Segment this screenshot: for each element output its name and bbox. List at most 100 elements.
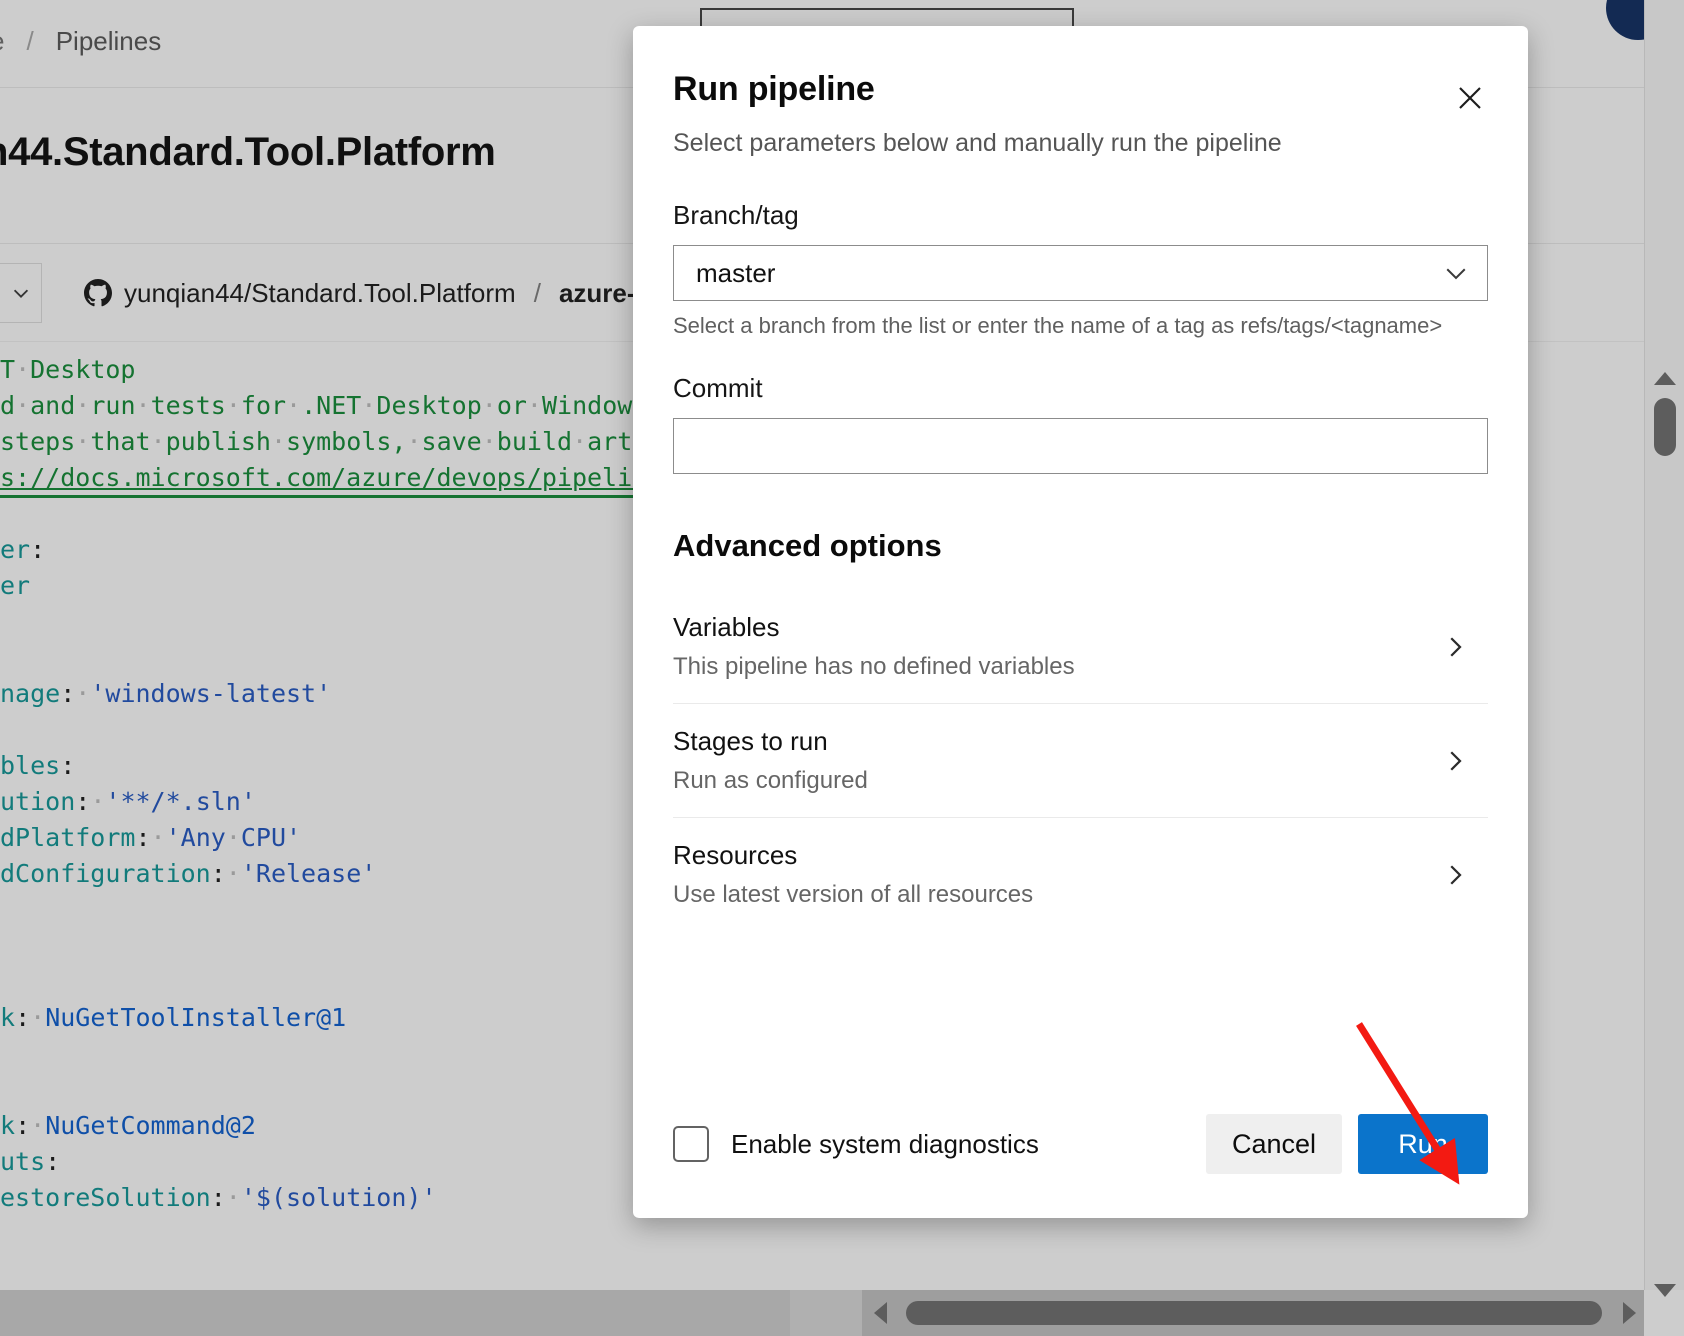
advanced-option-description: Run as configured: [673, 767, 868, 794]
dialog-title: Run pipeline: [673, 70, 875, 108]
chevron-right-icon: [1450, 864, 1462, 885]
branch-selector-button[interactable]: [0, 263, 42, 323]
chevron-right-icon: [1450, 636, 1462, 657]
yaml-token: ·: [150, 823, 166, 852]
yaml-token: 'Any: [165, 823, 226, 852]
yaml-token: k: [0, 1111, 16, 1140]
yaml-token: :: [15, 1111, 31, 1140]
branch-select[interactable]: master: [673, 245, 1488, 301]
yaml-token: ·: [481, 391, 497, 420]
yaml-line: uts:: [0, 1144, 662, 1180]
advanced-option-row[interactable]: Resources Use latest version of all resou…: [673, 818, 1488, 931]
scroll-left-arrow-icon[interactable]: [874, 1302, 887, 1324]
enable-system-diagnostics-row[interactable]: Enable system diagnostics: [673, 1126, 1039, 1162]
run-pipeline-dialog: Run pipeline Select parameters below and…: [633, 26, 1528, 1218]
yaml-editor-content[interactable]: T·Desktop d·and·run·tests·for·.NET·Deskto…: [0, 352, 662, 1216]
vertical-scrollbar-thumb[interactable]: [1653, 398, 1676, 456]
repo-name-label[interactable]: yunqian44/Standard.Tool.Platform: [124, 278, 516, 309]
breadcrumb-crumb-truncated[interactable]: e: [0, 26, 4, 57]
yaml-token: :: [60, 679, 76, 708]
yaml-line: bles:: [0, 748, 662, 784]
yaml-line: steps·that·publish·symbols,·save·build·a…: [0, 424, 662, 460]
yaml-token: :: [210, 859, 226, 888]
yaml-token: NuGetCommand@2: [45, 1111, 256, 1140]
breadcrumb-separator: /: [26, 26, 34, 56]
yaml-line: k:·NuGetCommand@2: [0, 1108, 662, 1144]
yaml-token: ·: [75, 427, 91, 456]
yaml-token: steps: [0, 427, 76, 456]
advanced-option-row[interactable]: Variables This pipeline has no defined va…: [673, 590, 1488, 704]
yaml-line: estoreSolution:·'$(solution)': [0, 1180, 662, 1216]
scroll-down-arrow-icon[interactable]: [1653, 1284, 1676, 1297]
yaml-line: [0, 928, 662, 964]
chevron-down-icon: [1446, 268, 1466, 280]
repo-path-separator: /: [533, 277, 541, 308]
yaml-line: er: [0, 568, 662, 604]
scrollbar-gutter-left: [0, 1290, 790, 1336]
yaml-line: [0, 964, 662, 1000]
yaml-token: nage: [0, 679, 61, 708]
yaml-token: ·: [225, 823, 241, 852]
yaml-line: [0, 604, 662, 640]
breadcrumb-item-pipelines[interactable]: Pipelines: [56, 26, 162, 57]
yaml-token: dConfiguration: [0, 859, 211, 888]
yaml-token: :: [15, 1003, 31, 1032]
branch-selected-value: master: [696, 257, 776, 288]
advanced-options-heading: Advanced options: [673, 528, 942, 563]
advanced-option-name: Stages to run: [673, 726, 828, 756]
yaml-line: d·and·run·tests·for·.NET·Desktop·or·Wind…: [0, 388, 662, 424]
yaml-line: T·Desktop: [0, 352, 662, 388]
yaml-token: k: [0, 1003, 16, 1032]
horizontal-scrollbar-thumb[interactable]: [906, 1301, 1602, 1325]
enable-system-diagnostics-checkbox[interactable]: [673, 1126, 709, 1162]
yaml-token: ·: [572, 427, 588, 456]
yaml-token: '$(solution)': [240, 1183, 437, 1212]
github-icon: [84, 279, 112, 307]
yaml-token: ·: [30, 1003, 46, 1032]
yaml-token: uts: [0, 1147, 46, 1176]
dialog-subtitle: Select parameters below and manually run…: [673, 129, 1282, 157]
vertical-scrollbar[interactable]: [1644, 0, 1684, 1297]
yaml-link-underline: [0, 495, 636, 498]
commit-input[interactable]: [673, 418, 1488, 474]
yaml-token: ·: [30, 1111, 46, 1140]
branch-label: Branch/tag: [673, 200, 799, 230]
yaml-token: :: [45, 1147, 61, 1176]
yaml-line: k:·NuGetToolInstaller@1: [0, 1000, 662, 1036]
yaml-token: for: [240, 391, 287, 420]
yaml-token: 'Release': [240, 859, 377, 888]
yaml-token: tests: [150, 391, 226, 420]
cancel-button[interactable]: Cancel: [1205, 1114, 1342, 1174]
yaml-token: publish: [165, 427, 271, 456]
yaml-line: [0, 1036, 662, 1072]
yaml-token: Desktop: [30, 355, 136, 384]
scroll-right-arrow-icon[interactable]: [1623, 1302, 1636, 1324]
enable-system-diagnostics-label: Enable system diagnostics: [731, 1128, 1039, 1159]
advanced-option-texts: Variables This pipeline has no defined va…: [673, 612, 1440, 681]
yaml-token: ·: [90, 787, 106, 816]
advanced-option-row[interactable]: Stages to run Run as configured: [673, 704, 1488, 818]
yaml-token: ·: [286, 391, 302, 420]
yaml-line: [0, 496, 662, 532]
page-title: n44.Standard.Tool.Platform: [0, 130, 496, 174]
yaml-token: that: [90, 427, 151, 456]
dialog-body: Run pipeline Select parameters below and…: [633, 26, 1528, 1096]
yaml-token: ·: [526, 391, 542, 420]
yaml-token: ·: [225, 859, 241, 888]
yaml-token: :: [60, 751, 76, 780]
horizontal-scrollbar[interactable]: [0, 1290, 1644, 1336]
yaml-token: Desktop: [376, 391, 482, 420]
close-icon: [1459, 87, 1481, 109]
yaml-token: ·: [406, 427, 422, 456]
close-button[interactable]: [1446, 74, 1494, 122]
advanced-option-description: This pipeline has no defined variables: [673, 653, 1075, 680]
yaml-line: er:: [0, 532, 662, 568]
yaml-token: or: [496, 391, 527, 420]
yaml-token: dPlatform: [0, 823, 136, 852]
breadcrumb: e / Pipelines: [0, 26, 161, 57]
scroll-up-arrow-icon[interactable]: [1653, 372, 1676, 385]
advanced-option-texts: Resources Use latest version of all resou…: [673, 840, 1440, 909]
yaml-token: :: [75, 787, 91, 816]
yaml-token: and: [30, 391, 76, 420]
run-button[interactable]: Run: [1358, 1114, 1488, 1174]
